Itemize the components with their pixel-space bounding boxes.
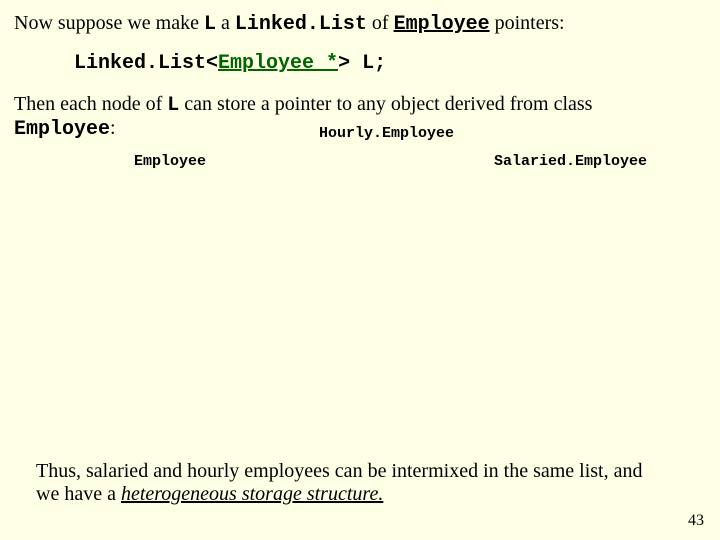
code-L: L <box>204 13 216 36</box>
text: : <box>110 117 116 139</box>
text: a <box>216 12 235 34</box>
text: Then each node of <box>14 93 167 115</box>
label-salaried-employee: Salaried.Employee <box>494 153 647 170</box>
text: Now suppose we make <box>14 12 204 34</box>
text: can store a pointer to any object derive… <box>179 93 592 115</box>
class-labels: Hourly.Employee Employee Salaried.Employ… <box>14 147 706 187</box>
code-part3: > L; <box>338 52 386 75</box>
code-part1: Linked.List< <box>74 52 218 75</box>
heterogeneous-phrase: heterogeneous storage structure. <box>121 483 383 505</box>
code-linkedlist: Linked.List <box>235 13 367 36</box>
conclusion-para: Thus, salaried and hourly employees can … <box>36 460 656 506</box>
label-hourly-employee: Hourly.Employee <box>319 125 454 142</box>
text: of <box>367 12 394 34</box>
code-employee: Employee <box>394 13 490 36</box>
intro-line: Now suppose we make L a Linked.List of E… <box>14 12 706 36</box>
label-employee: Employee <box>134 153 206 170</box>
page-number: 43 <box>688 512 704 530</box>
code-template-arg: Employee * <box>218 52 338 75</box>
code-L2: L <box>167 94 179 117</box>
text: pointers: <box>490 12 565 34</box>
code-employee2: Employee <box>14 118 110 141</box>
code-declaration: Linked.List<Employee *> L; <box>74 52 706 75</box>
